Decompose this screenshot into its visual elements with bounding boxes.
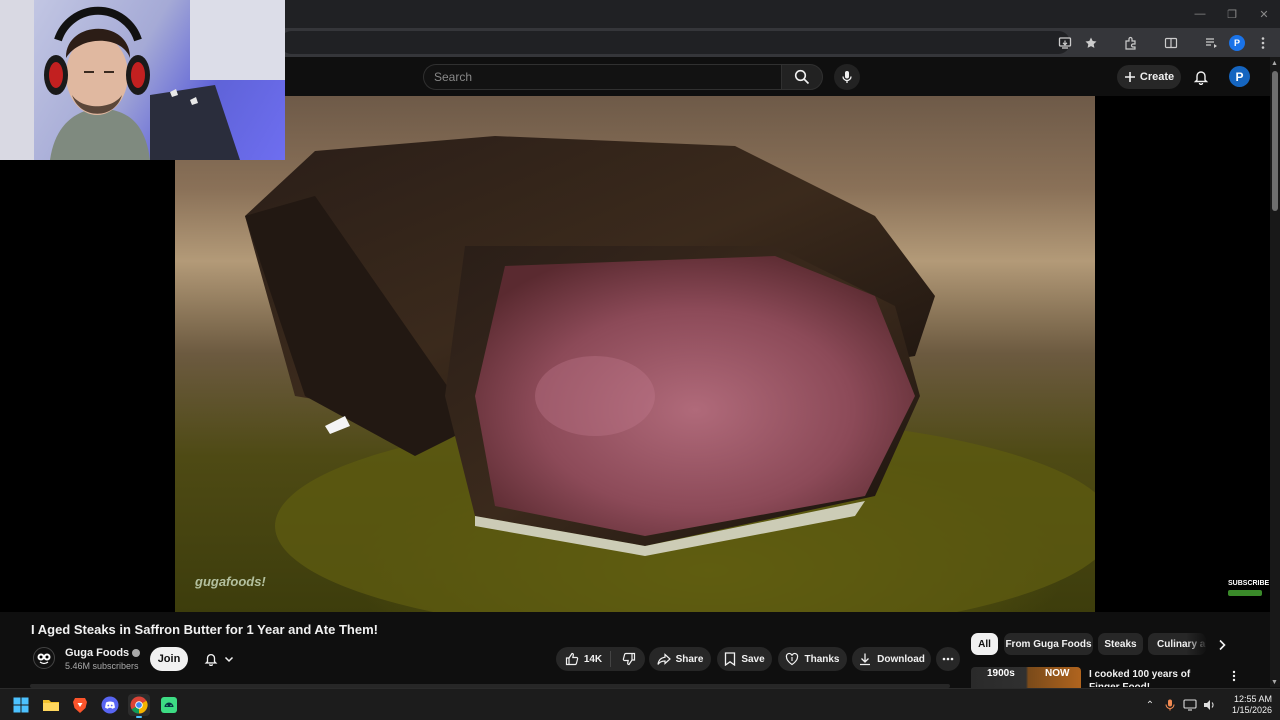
voice-search-button[interactable] bbox=[834, 64, 860, 90]
split-view-icon[interactable] bbox=[1160, 32, 1182, 54]
chip-fade bbox=[1186, 633, 1208, 655]
bell-icon bbox=[204, 653, 218, 666]
start-icon[interactable] bbox=[10, 694, 32, 716]
plus-icon bbox=[1124, 72, 1135, 82]
subscription-notifications-button[interactable] bbox=[194, 647, 244, 671]
video-frame[interactable]: gugafoods! bbox=[175, 96, 1095, 612]
minimize-icon[interactable]: — bbox=[1184, 0, 1216, 28]
channel-avatar[interactable] bbox=[33, 647, 55, 669]
chips-next-button[interactable] bbox=[1213, 636, 1231, 654]
like-button[interactable]: 14K bbox=[565, 651, 612, 667]
video-title: I Aged Steaks in Saffron Butter for 1 Ye… bbox=[31, 622, 378, 637]
discord-icon[interactable] bbox=[99, 694, 121, 716]
verified-badge-icon bbox=[132, 649, 141, 658]
share-label: Share bbox=[675, 653, 704, 665]
thumbs-up-icon bbox=[565, 652, 579, 666]
install-app-icon[interactable] bbox=[1054, 32, 1076, 54]
volume-icon[interactable] bbox=[1200, 695, 1220, 715]
more-actions-button[interactable] bbox=[936, 647, 960, 671]
webcam-overlay bbox=[0, 0, 285, 160]
media-control-icon[interactable] bbox=[1200, 32, 1222, 54]
recommended-title[interactable]: I cooked 100 years of Finger Food! bbox=[1089, 668, 1219, 687]
super-thanks-icon bbox=[786, 652, 799, 666]
file-explorer-icon[interactable] bbox=[40, 694, 62, 716]
network-icon[interactable] bbox=[1180, 695, 1200, 715]
subscribe-watermark-logo bbox=[1228, 590, 1262, 596]
create-button[interactable]: Create bbox=[1117, 65, 1181, 89]
search-button[interactable] bbox=[781, 64, 823, 90]
chip-steaks[interactable]: Steaks bbox=[1098, 633, 1143, 655]
create-label: Create bbox=[1139, 71, 1175, 83]
clock-time: 12:55 AM bbox=[1233, 694, 1272, 704]
system-tray: ⌃ 12:55 AM 1/15/2026 bbox=[1140, 689, 1280, 720]
android-studio-icon[interactable] bbox=[158, 694, 180, 716]
thumbnail-label-left: 1900s bbox=[987, 668, 1015, 679]
thumbnail-label-right: NOW bbox=[1045, 668, 1070, 679]
taskbar-clock[interactable]: 12:55 AM 1/15/2026 bbox=[1220, 694, 1280, 716]
scrollbar-thumb[interactable] bbox=[1272, 71, 1278, 211]
join-button[interactable]: Join bbox=[150, 647, 188, 671]
show-hidden-icons-icon[interactable]: ⌃ bbox=[1140, 695, 1160, 715]
channel-name: Guga Foods bbox=[65, 647, 130, 659]
thumbs-down-icon bbox=[622, 652, 636, 666]
share-icon bbox=[656, 653, 671, 665]
brave-icon[interactable] bbox=[69, 694, 91, 716]
scroll-up-icon[interactable]: ▲ bbox=[1271, 60, 1278, 67]
thanks-button[interactable]: Thanks bbox=[778, 647, 847, 671]
search-field[interactable] bbox=[423, 64, 782, 90]
notifications-button[interactable] bbox=[1189, 65, 1213, 89]
download-label: Download bbox=[877, 653, 925, 665]
account-avatar[interactable]: P bbox=[1229, 66, 1250, 87]
chip-all[interactable]: All bbox=[971, 633, 998, 655]
restore-icon[interactable]: ❐ bbox=[1216, 0, 1248, 28]
chevron-right-icon bbox=[1219, 639, 1226, 651]
download-icon bbox=[860, 653, 871, 666]
profile-button[interactable]: P bbox=[1226, 32, 1248, 54]
more-horizontal-icon bbox=[942, 657, 954, 661]
window-controls: — ❐ ✕ bbox=[1184, 0, 1280, 28]
bookmark-icon bbox=[725, 652, 736, 666]
streamer-webcam-image bbox=[0, 0, 285, 160]
microphone-icon bbox=[842, 71, 852, 83]
subscribe-watermark[interactable]: SUBSCRIBE bbox=[1228, 580, 1269, 587]
recommended-menu-button[interactable] bbox=[1226, 668, 1242, 684]
chevron-down-icon bbox=[224, 656, 234, 663]
share-button[interactable]: Share bbox=[649, 647, 711, 671]
bookmark-star-icon[interactable] bbox=[1080, 32, 1102, 54]
search-input[interactable] bbox=[424, 65, 782, 89]
microphone-icon[interactable] bbox=[1160, 695, 1180, 715]
chrome-icon[interactable] bbox=[128, 694, 150, 718]
thanks-label: Thanks bbox=[804, 653, 840, 665]
subscriber-count: 5.46M subscribers bbox=[65, 661, 139, 671]
clock-date: 1/15/2026 bbox=[1231, 705, 1272, 715]
recommended-thumbnail[interactable]: 1900s NOW bbox=[971, 667, 1081, 689]
channel-name-link[interactable]: Guga Foods bbox=[65, 647, 141, 659]
extensions-icon[interactable] bbox=[1120, 32, 1142, 54]
browser-menu-icon[interactable] bbox=[1252, 32, 1274, 54]
profile-initial: P bbox=[1229, 34, 1245, 51]
close-icon[interactable]: ✕ bbox=[1248, 0, 1280, 28]
toolbar-icons: P bbox=[1054, 28, 1274, 57]
dislike-button[interactable] bbox=[616, 652, 636, 666]
save-label: Save bbox=[741, 653, 765, 665]
like-count: 14K bbox=[583, 653, 603, 665]
steak-illustration bbox=[245, 136, 1095, 612]
guga-logo-icon bbox=[37, 653, 51, 665]
address-bar[interactable] bbox=[280, 31, 1070, 54]
page-scrollbar[interactable] bbox=[1270, 57, 1280, 687]
bell-icon bbox=[1193, 71, 1209, 85]
channel-watermark: gugafoods! bbox=[195, 574, 266, 589]
video-player[interactable]: gugafoods! bbox=[0, 96, 1270, 612]
like-dislike-group: 14K bbox=[556, 647, 645, 671]
scroll-down-icon[interactable]: ▼ bbox=[1271, 679, 1278, 686]
windows-taskbar: ⌃ 12:55 AM 1/15/2026 bbox=[0, 688, 1280, 720]
chip-from-guga-foods[interactable]: From Guga Foods bbox=[1004, 633, 1093, 655]
save-button[interactable]: Save bbox=[717, 647, 772, 671]
download-button[interactable]: Download bbox=[852, 647, 931, 671]
more-vertical-icon bbox=[1232, 670, 1236, 682]
search-icon bbox=[794, 69, 810, 85]
